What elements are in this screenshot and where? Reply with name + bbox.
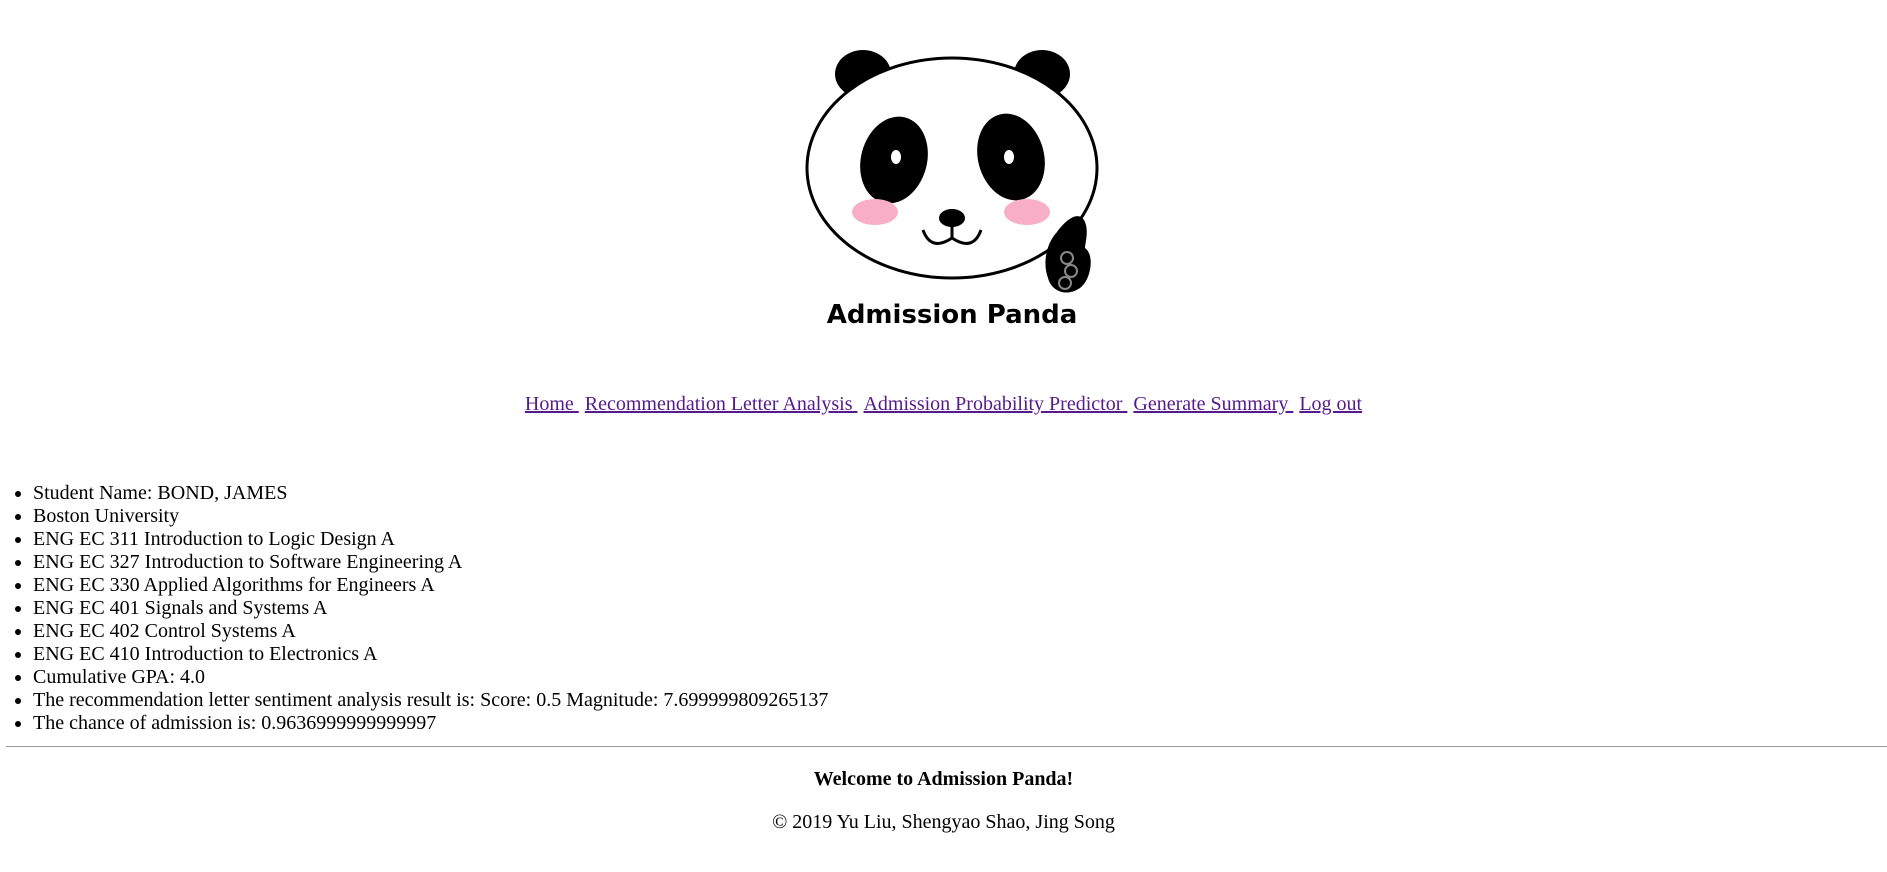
- course-item: ENG EC 401 Signals and Systems A: [33, 597, 828, 620]
- course-item: ENG EC 410 Introduction to Electronics A: [33, 643, 828, 666]
- footer-welcome: Welcome to Admission Panda!: [813, 768, 1074, 790]
- panda-thumbs-up-icon: Admission Panda: [805, 50, 1099, 330]
- course-item: ENG EC 330 Applied Algorithms for Engine…: [33, 574, 828, 597]
- nav-bar: Home Recommendation Letter Analysis Admi…: [0, 392, 1887, 416]
- page: Admission Panda Home Recommendation Lett…: [0, 0, 1887, 872]
- course-item: ENG EC 402 Control Systems A: [33, 620, 828, 643]
- nav-link-generate-summary[interactable]: Generate Summary: [1133, 393, 1293, 415]
- nav-link-log-out[interactable]: Log out: [1299, 393, 1362, 415]
- course-item: ENG EC 311 Introduction to Logic Design …: [33, 528, 828, 551]
- student-info-list: Student Name: BOND, JAMES Boston Univers…: [0, 482, 828, 735]
- logo: Admission Panda: [795, 40, 1135, 340]
- gpa-item: Cumulative GPA: 4.0: [33, 666, 828, 689]
- student-name-item: Student Name: BOND, JAMES: [33, 482, 828, 505]
- logo-text: Admission Panda: [827, 300, 1078, 330]
- university-item: Boston University: [33, 505, 828, 528]
- nav-link-recommendation-letter-analysis[interactable]: Recommendation Letter Analysis: [585, 393, 858, 415]
- course-item: ENG EC 327 Introduction to Software Engi…: [33, 551, 828, 574]
- nav-link-admission-probability-predictor[interactable]: Admission Probability Predictor: [863, 393, 1127, 415]
- footer-divider: [6, 746, 1887, 747]
- footer-copyright: © 2019 Yu Liu, Shengyao Shao, Jing Song: [772, 811, 1115, 833]
- nav-link-home[interactable]: Home: [525, 393, 579, 415]
- admission-chance-item: The chance of admission is: 0.9636999999…: [33, 712, 828, 735]
- sentiment-result-item: The recommendation letter sentiment anal…: [33, 689, 828, 712]
